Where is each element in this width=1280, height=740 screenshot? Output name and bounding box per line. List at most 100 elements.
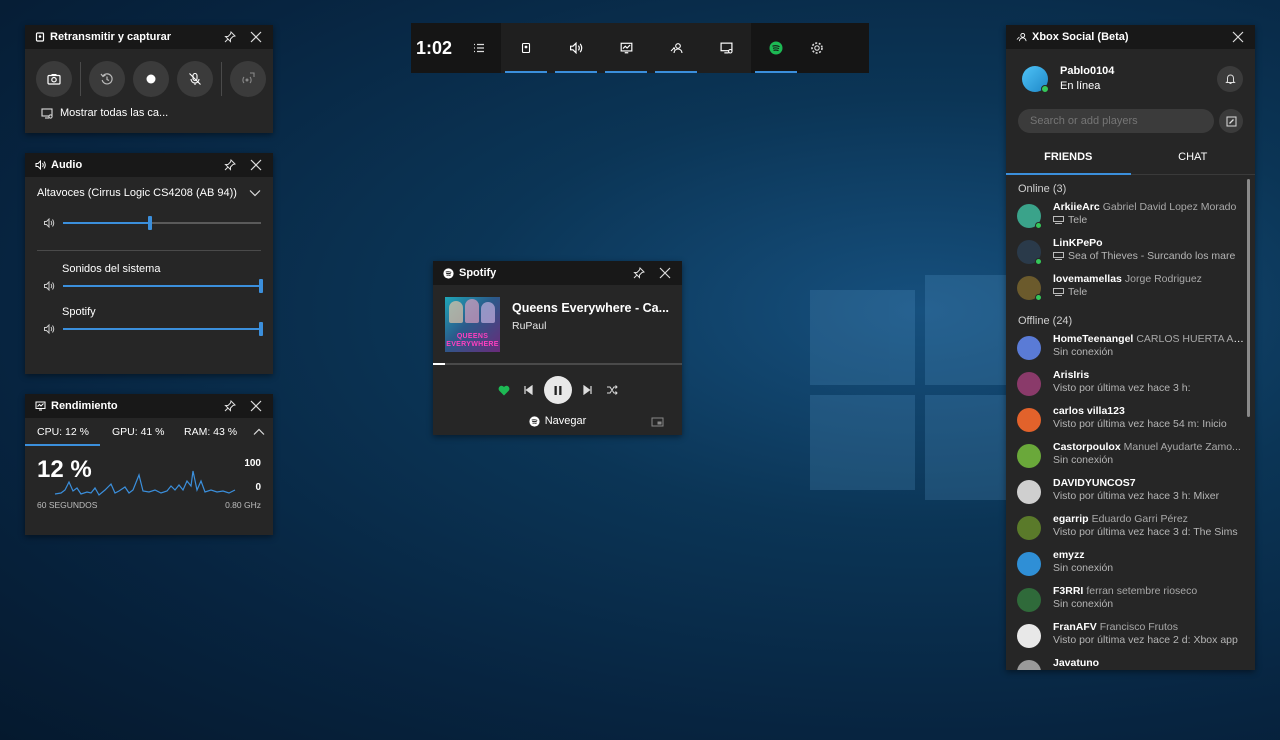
friend-names: ArkiieArc Gabriel David Lopez Morado — [1053, 201, 1247, 214]
album-art: QUEENS EVERYWHERE — [445, 297, 500, 352]
track-info: Queens Everywhere - Ca... RuPaul — [512, 297, 669, 363]
graph-time-label: 60 SEGUNDOS — [37, 500, 98, 510]
friend-gamertag: emyzz — [1053, 549, 1085, 561]
audio-device-select[interactable]: Altavoces (Cirrus Logic CS4208 (AB 94)) — [25, 177, 273, 201]
close-icon[interactable] — [247, 28, 265, 46]
tab-friends-label: FRIENDS — [1044, 150, 1093, 163]
pin-icon[interactable] — [221, 156, 239, 174]
spotify-icon — [529, 415, 540, 427]
friends-list: Online (3) ArkiieArc Gabriel David Lopez … — [1006, 175, 1255, 670]
close-icon[interactable] — [656, 264, 674, 282]
cpu-graph-area: 12 % 100 0 60 SEGUNDOS 0.80 GHz — [25, 446, 273, 520]
friend-info: JavatunoVisto por última vez hace 2 d: X… — [1053, 657, 1247, 670]
friend-gamertag: LinKPePo — [1053, 237, 1103, 249]
friend-avatar — [1017, 444, 1041, 468]
close-icon[interactable] — [1229, 28, 1247, 46]
spotify-toggle[interactable] — [751, 23, 801, 73]
social-header: Xbox Social (Beta) — [1006, 25, 1255, 49]
friend-item[interactable]: egarrip Eduardo Garri Pérez Visto por últi… — [1006, 511, 1255, 547]
record-last-button[interactable] — [89, 61, 125, 97]
scrollbar[interactable] — [1247, 179, 1250, 417]
friend-item[interactable]: FranAFV Francisco Frutos Visto por última … — [1006, 619, 1255, 655]
gpu-tab[interactable]: GPU: 41 % — [112, 426, 184, 438]
mic-off-button[interactable] — [177, 61, 213, 97]
friend-item[interactable]: carlos villa123 Visto por última vez hace… — [1006, 403, 1255, 439]
friend-item[interactable]: emyzz Sin conexión — [1006, 547, 1255, 583]
master-volume-slider[interactable] — [25, 215, 273, 231]
show-all-captures-link[interactable]: Mostrar todas las ca... — [25, 97, 273, 119]
browse-link[interactable]: Navegar — [433, 415, 682, 427]
next-icon[interactable] — [576, 385, 600, 395]
friend-status-text: Sin conexión — [1053, 346, 1114, 358]
search-row — [1006, 109, 1255, 133]
social-toggle[interactable] — [651, 23, 701, 73]
friend-item[interactable]: ArkiieArc Gabriel David Lopez Morado Tele — [1006, 199, 1255, 235]
mini-player-icon[interactable] — [651, 417, 664, 427]
friend-status: Tele — [1053, 286, 1247, 299]
friend-status: Sin conexión — [1053, 598, 1247, 611]
pin-icon[interactable] — [221, 397, 239, 415]
close-icon[interactable] — [247, 156, 265, 174]
tab-friends[interactable]: FRIENDS — [1006, 139, 1131, 175]
tab-chat[interactable]: CHAT — [1131, 139, 1256, 174]
master-volume-thumb[interactable] — [148, 216, 153, 230]
broadcast-title: Retransmitir y capturar — [50, 31, 172, 43]
system-volume-thumb[interactable] — [259, 279, 263, 293]
bell-icon — [1224, 73, 1236, 85]
cpu-tab[interactable]: CPU: 12 % — [37, 426, 112, 438]
previous-icon[interactable] — [516, 385, 540, 395]
friend-info: ArkiieArc Gabriel David Lopez Morado Tele — [1053, 201, 1247, 227]
divider — [80, 62, 81, 96]
spotify-volume-slider[interactable] — [25, 321, 273, 337]
friend-realname: Gabriel David Lopez Morado — [1102, 201, 1237, 213]
friend-status-text: Sin conexión — [1053, 598, 1114, 610]
friend-item[interactable]: F3RRI ferran setembre rioseco Sin conexión — [1006, 583, 1255, 619]
heart-icon[interactable] — [492, 385, 516, 396]
audio-toggle[interactable] — [551, 23, 601, 73]
pin-icon[interactable] — [221, 28, 239, 46]
performance-toggle[interactable] — [601, 23, 651, 73]
capture-icon — [520, 42, 532, 54]
system-volume-slider[interactable] — [25, 278, 273, 294]
chevron-up-icon[interactable] — [253, 428, 265, 436]
screenshot-button[interactable] — [36, 61, 72, 97]
pause-button[interactable] — [543, 376, 572, 404]
friend-item[interactable]: ArisIris Visto por última vez hace 3 h: — [1006, 367, 1255, 403]
user-profile: Pablo0104 En línea — [1006, 49, 1255, 109]
friend-item[interactable]: Castorpoulox Manuel Ayudarte Zamo... Sin c… — [1006, 439, 1255, 475]
friend-names: LinKPePo — [1053, 237, 1247, 250]
settings-button[interactable] — [801, 23, 833, 73]
broadcast-button[interactable] — [230, 61, 266, 97]
friend-item[interactable]: LinKPePo Sea of Thieves - Surcando los ma… — [1006, 235, 1255, 271]
friend-names: carlos villa123 — [1053, 405, 1247, 418]
speaker-icon — [569, 42, 583, 54]
system-volume-track — [63, 279, 263, 293]
record-button[interactable] — [133, 61, 169, 97]
shuffle-icon[interactable] — [600, 385, 624, 395]
device-icon — [1053, 214, 1064, 227]
spotify-volume-thumb[interactable] — [259, 322, 263, 336]
friend-item[interactable]: HomeTeenangel CARLOS HUERTA AR... Sin cone… — [1006, 331, 1255, 367]
volume-icon — [43, 281, 55, 291]
close-icon[interactable] — [247, 397, 265, 415]
avatar[interactable] — [1022, 66, 1049, 93]
friend-info: lovemamellas Jorge Rodriguez Tele — [1053, 273, 1247, 299]
friend-names: emyzz — [1053, 549, 1247, 562]
widget-menu-button[interactable] — [457, 23, 501, 73]
gear-icon — [810, 41, 824, 55]
friend-info: emyzz Sin conexión — [1053, 549, 1247, 575]
friend-item[interactable]: JavatunoVisto por última vez hace 2 d: X… — [1006, 655, 1255, 670]
friend-item[interactable]: lovemamellas Jorge Rodriguez Tele — [1006, 271, 1255, 307]
search-input[interactable] — [1018, 109, 1214, 133]
friend-avatar — [1017, 240, 1042, 265]
ram-tab[interactable]: RAM: 43 % — [184, 426, 253, 438]
capture-toggle[interactable] — [501, 23, 551, 73]
friend-avatar — [1017, 516, 1041, 540]
friend-item[interactable]: DAVIDYUNCOS7 Visto por última vez hace 3 … — [1006, 475, 1255, 511]
friend-avatar — [1017, 204, 1042, 229]
gallery-toggle[interactable] — [701, 23, 751, 73]
notifications-button[interactable] — [1217, 66, 1243, 92]
pin-icon[interactable] — [630, 264, 648, 282]
compose-button[interactable] — [1219, 109, 1243, 133]
playback-progress[interactable] — [433, 363, 682, 365]
